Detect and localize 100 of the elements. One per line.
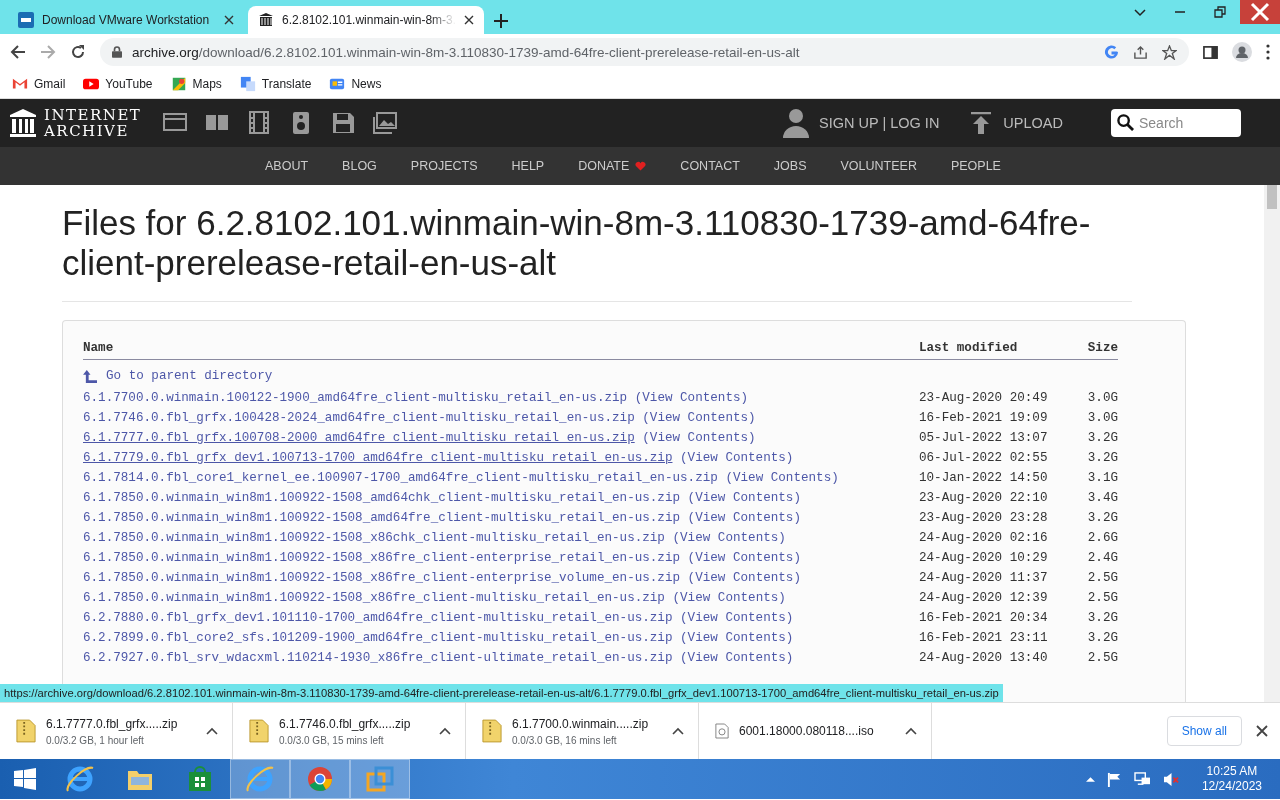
nav-link[interactable]: CONTACT: [663, 159, 757, 173]
bookmark-link[interactable]: Maps: [170, 76, 222, 92]
view-contents-link[interactable]: (View Contents): [680, 451, 794, 465]
chevron-up-icon[interactable]: [905, 727, 917, 735]
download-file-name: 6001.18000.080118....iso: [739, 724, 875, 738]
chevron-up-icon[interactable]: [206, 727, 218, 735]
nav-link[interactable]: VOLUNTEER: [823, 159, 934, 173]
nav-link[interactable]: PROJECTS: [393, 159, 495, 173]
network-icon[interactable]: [1133, 771, 1151, 787]
menu-icon[interactable]: [1266, 44, 1270, 60]
view-contents-link[interactable]: (View Contents): [687, 551, 801, 565]
file-link[interactable]: 6.1.7850.0.winmain_win8m1.100922-1508_amd64fre_client-multisku_retail_en-us.zip: [83, 511, 681, 525]
close-icon[interactable]: [224, 15, 234, 25]
site-logo-text[interactable]: INTERNET ARCHIVE: [44, 107, 142, 139]
file-link[interactable]: 6.1.7777.0.fbl_grfx.100708-2000_amd64fre_client-multisku_retail_en-us.zip: [83, 431, 635, 445]
browser-e-icon: [246, 765, 274, 793]
modified-date: 05-Jul-2022 13:07: [919, 431, 1049, 445]
bookmark-link[interactable]: Translate: [239, 76, 312, 92]
view-contents-link[interactable]: (View Contents): [687, 491, 801, 505]
nav-link[interactable]: BLOG: [325, 159, 394, 173]
nav-link[interactable]: JOBS: [756, 159, 824, 173]
bookmark-link[interactable]: YouTube: [83, 76, 153, 92]
view-contents-link[interactable]: (View Contents): [687, 571, 801, 585]
view-contents-link[interactable]: (View Contents): [672, 591, 786, 605]
youtube-icon: [83, 76, 100, 92]
reload-icon[interactable]: [70, 44, 86, 60]
nav-link[interactable]: HELP: [494, 159, 562, 173]
view-contents-link[interactable]: (View Contents): [687, 511, 801, 525]
file-link[interactable]: 6.1.7779.0.fbl_grfx_dev1.100713-1700_amd64fre_client-multisku_retail_en-us.zip: [83, 451, 673, 465]
modified-date: 24-Aug-2020 13:40: [919, 651, 1049, 665]
file-link[interactable]: 6.2.7927.0.fbl_srv_wdacxml.110214-1930_x86fre_client-ultimate_retail_en-us.zip: [83, 651, 673, 665]
zip-file-icon: [16, 719, 36, 743]
images-icon[interactable]: [373, 111, 398, 135]
view-contents-link[interactable]: (View Contents): [634, 391, 749, 405]
modified-date: 23-Aug-2020 22:10: [919, 491, 1049, 505]
file-link[interactable]: 6.2.7899.0.fbl_core2_sfs.101209-1900_amd64fre_client-multisku_retail_en-us.zip: [83, 631, 673, 645]
column-header: Size: [1086, 341, 1118, 355]
file-link[interactable]: 6.1.7850.0.winmain_win8m1.100922-1508_amd64chk_client-multisku_retail_en-us.zip: [83, 491, 681, 505]
nav-link[interactable]: DONATE: [561, 159, 664, 173]
file-link[interactable]: 6.2.7880.0.fbl_grfx_dev1.101110-1700_amd64fre_client-multisku_retail_en-us.zip: [83, 611, 673, 625]
browser-tab[interactable]: 6.2.8102.101.winmain-win-8m-3.: [248, 6, 484, 34]
file-link[interactable]: 6.1.7850.0.winmain_win8m1.100922-1508_x86chk_client-multisku_retail_en-us.zip: [83, 531, 665, 545]
parent-directory-link[interactable]: Go to parent directory: [83, 364, 1165, 388]
file-link[interactable]: 6.1.7850.0.winmain_win8m1.100922-1508_x86fre_client-enterprise_volume_en-us.zip: [83, 571, 681, 585]
windows-start-icon[interactable]: [14, 768, 36, 790]
view-contents-link[interactable]: (View Contents): [672, 531, 786, 545]
close-icon[interactable]: [1256, 725, 1268, 737]
file-size: 2.5G: [1086, 571, 1118, 585]
nav-link[interactable]: PEOPLE: [933, 159, 1018, 173]
upload-link[interactable]: UPLOAD: [971, 112, 1063, 134]
scrollbar[interactable]: [1264, 185, 1280, 702]
back-icon[interactable]: [10, 44, 26, 60]
view-contents-link[interactable]: (View Contents): [642, 431, 756, 445]
download-file-name: 6.1.7777.0.fbl_grfx.....zip: [46, 716, 179, 731]
show-all-button[interactable]: Show all: [1166, 716, 1242, 746]
file-size: 3.4G: [1086, 491, 1118, 505]
view-contents-link[interactable]: (View Contents): [680, 651, 794, 665]
side-panel-icon[interactable]: [1203, 44, 1218, 60]
search-field[interactable]: Search: [1111, 109, 1241, 137]
new-tab-icon[interactable]: [494, 14, 508, 28]
view-contents-link[interactable]: (View Contents): [680, 631, 794, 645]
close-icon[interactable]: [464, 15, 474, 25]
g-logo-icon[interactable]: [1104, 44, 1119, 60]
download-status: 0.0/3.2 GB, 1 hour left: [46, 734, 145, 746]
bookmark-link[interactable]: News: [329, 76, 382, 92]
file-size: 3.2G: [1086, 511, 1118, 525]
up-arrow-icon: [83, 369, 98, 383]
modified-date: 10-Jan-2022 14:50: [919, 471, 1049, 485]
upload-icon: [971, 112, 992, 134]
film-icon[interactable]: [247, 111, 272, 135]
file-link[interactable]: 6.1.7850.0.winmain_win8m1.100922-1508_x86fre_client-multisku_retail_en-us.zip: [83, 591, 665, 605]
file-size: 2.5G: [1086, 651, 1118, 665]
file-size: 2.6G: [1086, 531, 1118, 545]
file-link[interactable]: 6.1.7700.0.winmain.100122-1900_amd64fre_client-multisku_retail_en-us.zip: [83, 391, 628, 405]
file-link[interactable]: 6.1.7850.0.winmain_win8m1.100922-1508_x86fre_client-enterprise_retail_en-us.zip: [83, 551, 681, 565]
chevron-up-icon[interactable]: [672, 727, 684, 735]
star-icon[interactable]: [1162, 44, 1177, 60]
modified-date: 06-Jul-2022 02:55: [919, 451, 1049, 465]
flag-icon[interactable]: [1106, 771, 1122, 787]
view-contents-link[interactable]: (View Contents): [642, 411, 756, 425]
store-bag-icon: [186, 765, 214, 793]
address-bar[interactable]: archive.org/download/6.2.8102.101.winmain-win-8m-3.110830-1739-amd-64fre-client-prerelease-retail-en-us-alt: [100, 38, 1189, 66]
modified-date: 16-Feb-2021 23:11: [919, 631, 1049, 645]
nav-link[interactable]: ABOUT: [248, 159, 326, 173]
file-link[interactable]: 6.1.7814.0.fbl_core1_kernel_ee.100907-1700_amd64fre_client-multisku_retail_en-us.zip: [83, 471, 718, 485]
view-contents-link[interactable]: (View Contents): [680, 611, 794, 625]
modified-date: 24-Aug-2020 11:37: [919, 571, 1049, 585]
share-icon[interactable]: [1133, 44, 1148, 60]
link-status-url: https://archive.org/download/6.2.8102.101.winmain-win-8m-3.110830-1739-amd-64fre-client-prerelease-retail-en-us-alt/6.1.7779.0.fbl_grfx_dev1.100713-1700_amd64fre_client-multisku_retail_en-us.zip: [0, 684, 1003, 702]
sign-up-log-in-link[interactable]: SIGN UP | LOG IN: [819, 115, 940, 131]
file-link[interactable]: 6.1.7746.0.fbl_grfx.100428-2024_amd64fre_client-multisku_retail_en-us.zip: [83, 411, 635, 425]
chevron-up-icon[interactable]: [439, 727, 451, 735]
taskbar-clock[interactable]: 10:25 AM 12/24/2023: [1201, 764, 1262, 794]
view-contents-link[interactable]: (View Contents): [725, 471, 839, 485]
column-header: Name: [83, 341, 115, 355]
volume-muted-icon[interactable]: [1162, 771, 1180, 787]
browser-tab[interactable]: Download VMware Workstation: [8, 6, 244, 34]
bookmark-link[interactable]: Gmail: [12, 76, 66, 92]
profile-icon[interactable]: [1232, 42, 1252, 62]
chevron-up-icon[interactable]: [1085, 776, 1095, 782]
